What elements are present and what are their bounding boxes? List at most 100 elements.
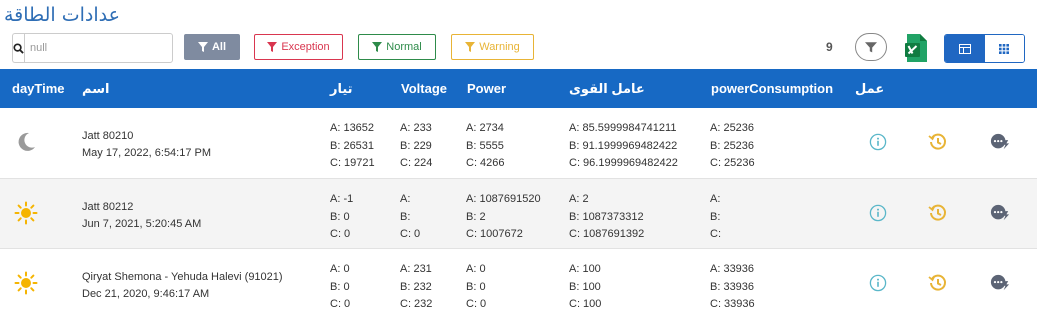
power-b: B: 5555 (466, 139, 504, 152)
info-button[interactable] (868, 132, 888, 152)
consumption-c: C: (710, 228, 721, 240)
filter-all-button[interactable]: All (184, 34, 240, 60)
funnel-icon (865, 42, 877, 53)
advanced-filter-button[interactable] (855, 33, 887, 61)
current-c: C: 0 (330, 298, 351, 310)
chat-bolt-icon (990, 204, 1010, 221)
consumption-cell: A: 25236 B: 25236 C: 25236 (710, 120, 755, 173)
current-a: A: 13652 (330, 122, 375, 134)
voltage-a: A: (400, 193, 411, 205)
power-factor-b: B: 1087373312 (569, 210, 644, 223)
filter-warning-label: Warning (479, 41, 520, 53)
power-c: C: 1007672 (466, 228, 523, 240)
voltage-cell: A: 233 B: 229 C: 224 (400, 120, 432, 173)
header-action: عمل (855, 81, 885, 96)
info-icon (869, 274, 887, 292)
history-icon (928, 274, 946, 291)
history-button[interactable] (928, 273, 948, 293)
filter-icon (267, 42, 278, 52)
header-voltage[interactable]: Voltage (401, 81, 447, 96)
header-current[interactable]: تيار (330, 81, 353, 97)
power-a: A: 0 (466, 263, 486, 275)
filter-icon (197, 42, 208, 52)
table-view-icon (958, 43, 971, 54)
meter-name: Qiryat Shemona - Yehuda Halevi (91021) (82, 271, 283, 283)
table-row: Jatt 80212 Jun 7, 2021, 5:20:45 AM A: -1… (0, 179, 1037, 249)
voltage-a: A: 231 (400, 263, 432, 275)
grid-view-button[interactable] (984, 35, 1024, 62)
power-cell: A: 0 B: 0 C: 0 (466, 261, 486, 314)
power-factor-a: A: 85.5999984741211 (569, 122, 677, 134)
current-a: A: -1 (330, 193, 354, 205)
voltage-cell: A: B: C: 0 (400, 191, 420, 244)
voltage-a: A: 233 (400, 122, 432, 134)
grid-view-icon (999, 43, 1010, 54)
moon-icon (18, 132, 35, 151)
excel-export-icon[interactable] (905, 34, 927, 62)
consumption-b: B: 33936 (710, 280, 755, 293)
page-title: عدادات الطاقة (4, 4, 120, 26)
meter-name-cell: Jatt 80212 Jun 7, 2021, 5:20:45 AM (82, 199, 201, 233)
power-factor-cell: A: 85.5999984741211 B: 91.1999969482422 … (569, 120, 678, 173)
info-button[interactable] (868, 273, 888, 293)
filter-warning-button[interactable]: Warning (451, 34, 534, 60)
power-c: C: 0 (466, 298, 487, 310)
consumption-b: B: (710, 210, 721, 223)
consumption-a: A: 33936 (710, 263, 755, 275)
header-name[interactable]: اسم (82, 81, 109, 97)
chat-bolt-icon (990, 274, 1010, 291)
current-b: B: 0 (330, 210, 350, 223)
power-factor-b: B: 91.1999969482422 (569, 139, 678, 152)
voltage-c: C: 232 (400, 298, 433, 310)
power-b: B: 2 (466, 210, 486, 223)
power-factor-c: C: 100 (569, 298, 602, 310)
chat-control-button[interactable] (990, 273, 1010, 293)
current-a: A: 0 (330, 263, 350, 275)
power-c: C: 4266 (466, 157, 505, 169)
meters-table: dayTime اسم تيار Voltage Power عامل القو… (0, 69, 1037, 317)
chat-control-button[interactable] (990, 132, 1010, 152)
meter-date: Dec 21, 2020, 9:46:17 AM (82, 288, 210, 300)
search-button[interactable] (12, 33, 24, 63)
power-factor-b: B: 100 (569, 280, 601, 293)
consumption-cell: A: B: C: (710, 191, 721, 244)
filter-icon (465, 42, 476, 52)
power-factor-c: C: 1087691392 (569, 228, 645, 240)
table-view-button[interactable] (945, 35, 985, 62)
voltage-c: C: 224 (400, 157, 433, 169)
consumption-a: A: (710, 193, 721, 205)
filter-exception-label: Exception (281, 41, 330, 53)
header-daytime[interactable]: dayTime (12, 81, 65, 96)
voltage-b: B: 232 (400, 280, 432, 293)
voltage-cell: A: 231 B: 232 C: 232 (400, 261, 432, 314)
header-power[interactable]: Power (467, 81, 506, 96)
power-factor-a: A: 2 (569, 193, 589, 205)
filter-icon (372, 42, 383, 52)
filter-normal-label: Normal (386, 41, 422, 53)
meter-name: Jatt 80210 (82, 130, 134, 142)
power-cell: A: 1087691520 B: 2 C: 1007672 (466, 191, 541, 244)
power-factor-c: C: 96.1999969482422 (569, 157, 678, 169)
table-row: Jatt 80210 May 17, 2022, 6:54:17 PM A: 1… (0, 108, 1037, 179)
filter-exception-button[interactable]: Exception (254, 34, 343, 60)
header-consumption[interactable]: powerConsumption (711, 81, 833, 96)
meter-date: May 17, 2022, 6:54:17 PM (82, 147, 212, 159)
chat-control-button[interactable] (990, 203, 1010, 223)
history-button[interactable] (928, 203, 948, 223)
header-power-factor[interactable]: عامل القوى (569, 81, 645, 97)
search-input[interactable] (24, 33, 173, 63)
chat-bolt-icon (990, 133, 1010, 150)
voltage-b: B: (400, 210, 411, 223)
info-button[interactable] (868, 203, 888, 223)
current-cell: A: 0 B: 0 C: 0 (330, 261, 350, 314)
current-c: C: 0 (330, 228, 351, 240)
consumption-c: C: 25236 (710, 157, 755, 169)
history-button[interactable] (928, 132, 948, 152)
filter-normal-button[interactable]: Normal (358, 34, 436, 60)
power-cell: A: 2734 B: 5555 C: 4266 (466, 120, 505, 173)
power-b: B: 0 (466, 280, 486, 293)
history-icon (928, 204, 946, 221)
info-icon (869, 204, 887, 222)
meter-date: Jun 7, 2021, 5:20:45 AM (82, 218, 202, 230)
meter-name-cell: Qiryat Shemona - Yehuda Halevi (91021) D… (82, 269, 283, 303)
